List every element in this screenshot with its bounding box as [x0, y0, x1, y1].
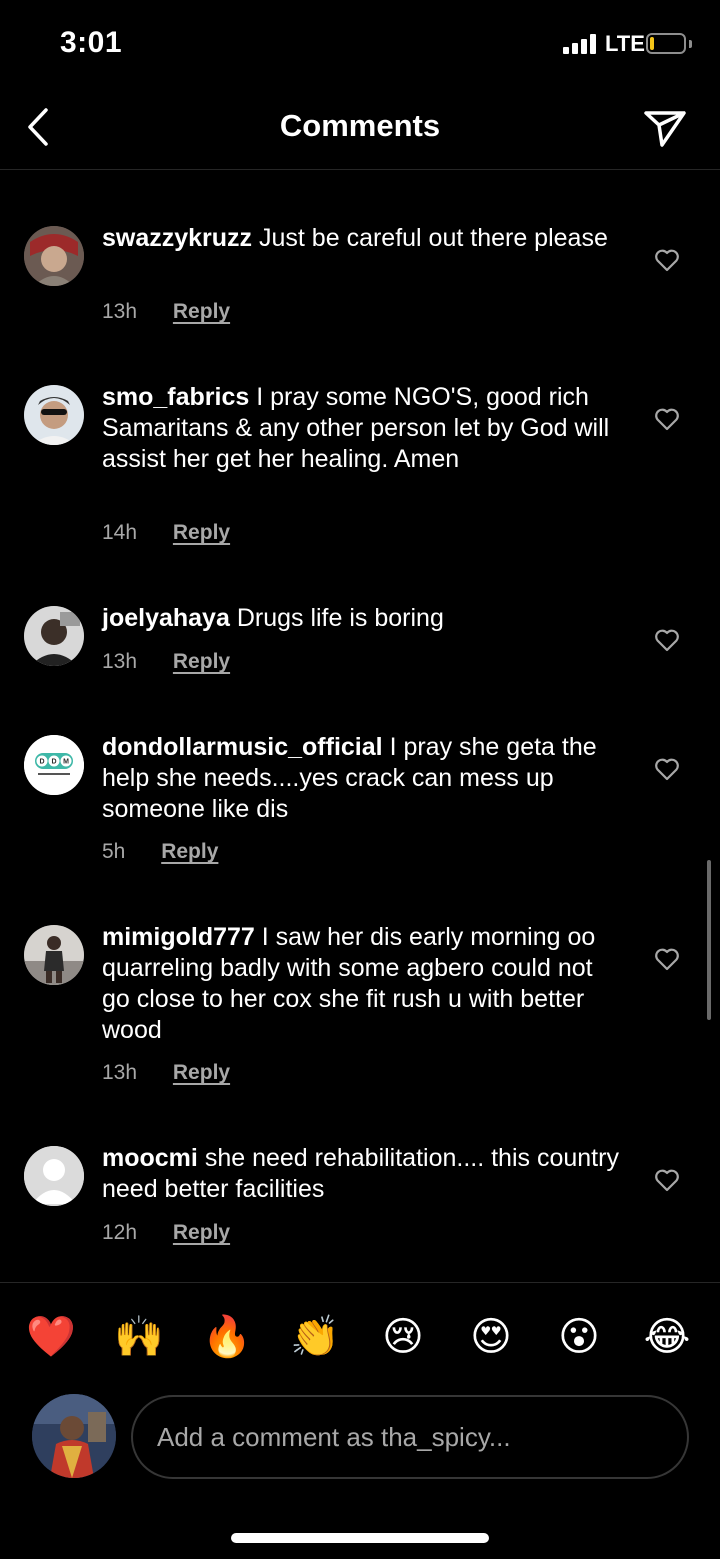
battery-cap — [689, 40, 692, 48]
laughing-emoji-button[interactable]: 😂 — [640, 1310, 694, 1364]
comment-meta: 5h Reply — [102, 840, 218, 864]
heart-icon — [655, 249, 679, 272]
reply-button[interactable]: Reply — [173, 521, 230, 545]
comment-username[interactable]: swazzykruzz — [102, 224, 252, 252]
comment-input[interactable] — [131, 1395, 689, 1479]
comment-meta: 13h Reply — [102, 650, 230, 674]
like-button[interactable] — [654, 1168, 680, 1192]
like-button[interactable] — [654, 407, 680, 431]
status-time: 3:01 — [60, 26, 123, 59]
comment-meta: 14h Reply — [102, 521, 230, 545]
home-indicator[interactable] — [231, 1533, 489, 1543]
scrollbar[interactable] — [707, 860, 711, 1020]
avatar[interactable] — [24, 226, 84, 286]
comment-time: 5h — [102, 840, 126, 863]
heart-icon — [655, 629, 679, 652]
comment-username[interactable]: smo_fabrics — [102, 383, 249, 411]
comment-text: mimigold777 I saw her dis early morning … — [102, 922, 620, 1046]
like-button[interactable] — [654, 757, 680, 781]
heart-eyes-emoji-button[interactable]: 😍 — [464, 1310, 518, 1364]
comment-time: 12h — [102, 1221, 138, 1244]
comment-time: 13h — [102, 650, 138, 673]
comment-text: swazzykruzz Just be careful out there pl… — [102, 223, 620, 254]
avatar[interactable]: D D M — [24, 735, 84, 795]
page-title: Comments — [279, 108, 441, 143]
comment-time: 13h — [102, 1061, 138, 1084]
heart-emoji-button[interactable]: ❤️ — [24, 1310, 78, 1364]
comments-screen: 3:01 LTE Comments swazzykruzz Just be ca… — [0, 0, 720, 1559]
like-button[interactable] — [654, 947, 680, 971]
quick-reactions-bar: ❤️ 🙌 🔥 👏 😢 😍 😮 😂 — [0, 1310, 720, 1364]
raising-hands-emoji-button[interactable]: 🙌 — [112, 1310, 166, 1364]
surprised-emoji-button[interactable]: 😮 — [552, 1310, 606, 1364]
heart-icon — [655, 758, 679, 781]
clapping-emoji-button[interactable]: 👏 — [288, 1310, 342, 1364]
avatar[interactable] — [24, 606, 84, 666]
comment-body: Just be careful out there please — [259, 224, 608, 252]
like-button[interactable] — [654, 248, 680, 272]
avatar[interactable] — [24, 385, 84, 445]
avatar[interactable] — [24, 1146, 84, 1206]
comment-time: 14h — [102, 521, 138, 544]
comment-text: smo_fabrics I pray some NGO'S, good rich… — [102, 382, 620, 475]
comment-text: dondollarmusic_official I pray she geta … — [102, 732, 620, 825]
network-label: LTE — [605, 31, 645, 56]
crying-emoji-button[interactable]: 😢 — [376, 1310, 430, 1364]
comment-username[interactable]: moocmi — [102, 1144, 198, 1172]
nav-header: Comments — [0, 90, 720, 170]
comment-time: 13h — [102, 300, 138, 323]
reply-button[interactable]: Reply — [173, 1221, 230, 1245]
signal-icon — [563, 34, 599, 54]
logo-letter: D — [51, 759, 56, 766]
heart-icon — [655, 1169, 679, 1192]
reply-button[interactable]: Reply — [173, 650, 230, 674]
status-bar: 3:01 LTE — [0, 0, 720, 90]
avatar[interactable] — [24, 925, 84, 985]
comment-username[interactable]: dondollarmusic_official — [102, 733, 383, 761]
comments-list[interactable]: swazzykruzz Just be careful out there pl… — [0, 170, 720, 1282]
comment-username[interactable]: joelyahaya — [102, 604, 230, 632]
logo-letter: D — [39, 759, 44, 766]
reply-button[interactable]: Reply — [173, 1061, 230, 1085]
reply-button[interactable]: Reply — [173, 300, 230, 324]
like-button[interactable] — [654, 628, 680, 652]
reply-button[interactable]: Reply — [161, 840, 218, 864]
default-avatar-icon — [24, 1146, 84, 1206]
share-button[interactable] — [640, 104, 690, 154]
logo-letter: M — [63, 759, 69, 766]
heart-icon — [655, 408, 679, 431]
comment-text: moocmi she need rehabilitation.... this … — [102, 1143, 620, 1205]
paper-plane-icon — [644, 111, 686, 147]
divider — [0, 1282, 720, 1283]
comment-meta: 12h Reply — [102, 1221, 230, 1245]
fire-emoji-button[interactable]: 🔥 — [200, 1310, 254, 1364]
battery-icon — [646, 33, 686, 54]
comment-username[interactable]: mimigold777 — [102, 923, 255, 951]
comment-body: Drugs life is boring — [236, 604, 444, 632]
heart-icon — [655, 948, 679, 971]
user-avatar — [32, 1394, 116, 1478]
comment-meta: 13h Reply — [102, 300, 230, 324]
comment-meta: 13h Reply — [102, 1061, 230, 1085]
comment-composer — [0, 1394, 720, 1480]
comment-text: joelyahaya Drugs life is boring — [102, 603, 620, 634]
